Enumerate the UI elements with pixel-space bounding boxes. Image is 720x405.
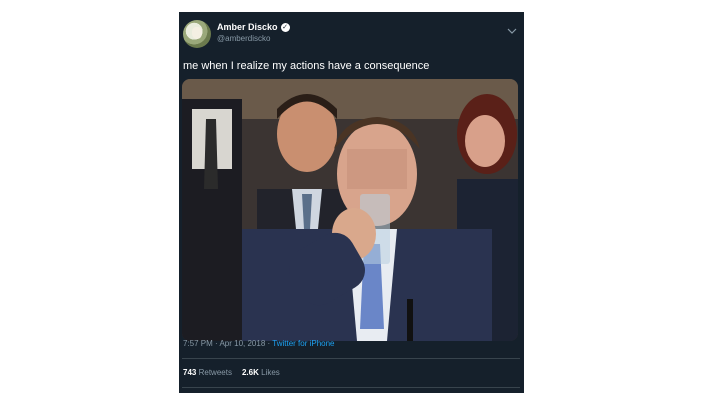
likes-count: 2.6K <box>241 368 259 377</box>
likes-stat[interactable]: 2.6K Likes <box>242 368 280 377</box>
tweet-card: Amber Discko ✓ @amberdiscko me when I re… <box>179 12 524 393</box>
display-name-text: Amber Discko <box>217 22 278 32</box>
photo-illustration <box>182 79 518 341</box>
divider <box>182 387 520 388</box>
tweet-source-link[interactable]: Twitter for iPhone <box>272 339 334 348</box>
tweet-text: me when I realize my actions have a cons… <box>183 60 430 72</box>
verified-check-icon: ✓ <box>280 22 290 32</box>
retweets-stat[interactable]: 743 Retweets <box>183 368 232 377</box>
retweets-count: 743 <box>183 368 197 377</box>
retweets-label: Retweets <box>198 368 232 377</box>
display-name[interactable]: Amber Discko ✓ <box>217 22 290 32</box>
tweet-stats: 743 Retweets 2.6K Likes <box>183 368 280 377</box>
tweet-meta: 7:57 PM · Apr 10, 2018 · Twitter for iPh… <box>183 339 335 348</box>
likes-label: Likes <box>261 368 280 377</box>
tweet-photo[interactable] <box>182 79 518 341</box>
avatar[interactable] <box>183 20 211 48</box>
divider <box>182 358 520 359</box>
user-handle[interactable]: @amberdiscko <box>217 34 270 43</box>
tweet-timestamp[interactable]: 7:57 PM · Apr 10, 2018 · <box>183 339 272 348</box>
chevron-down-icon[interactable] <box>506 26 518 36</box>
